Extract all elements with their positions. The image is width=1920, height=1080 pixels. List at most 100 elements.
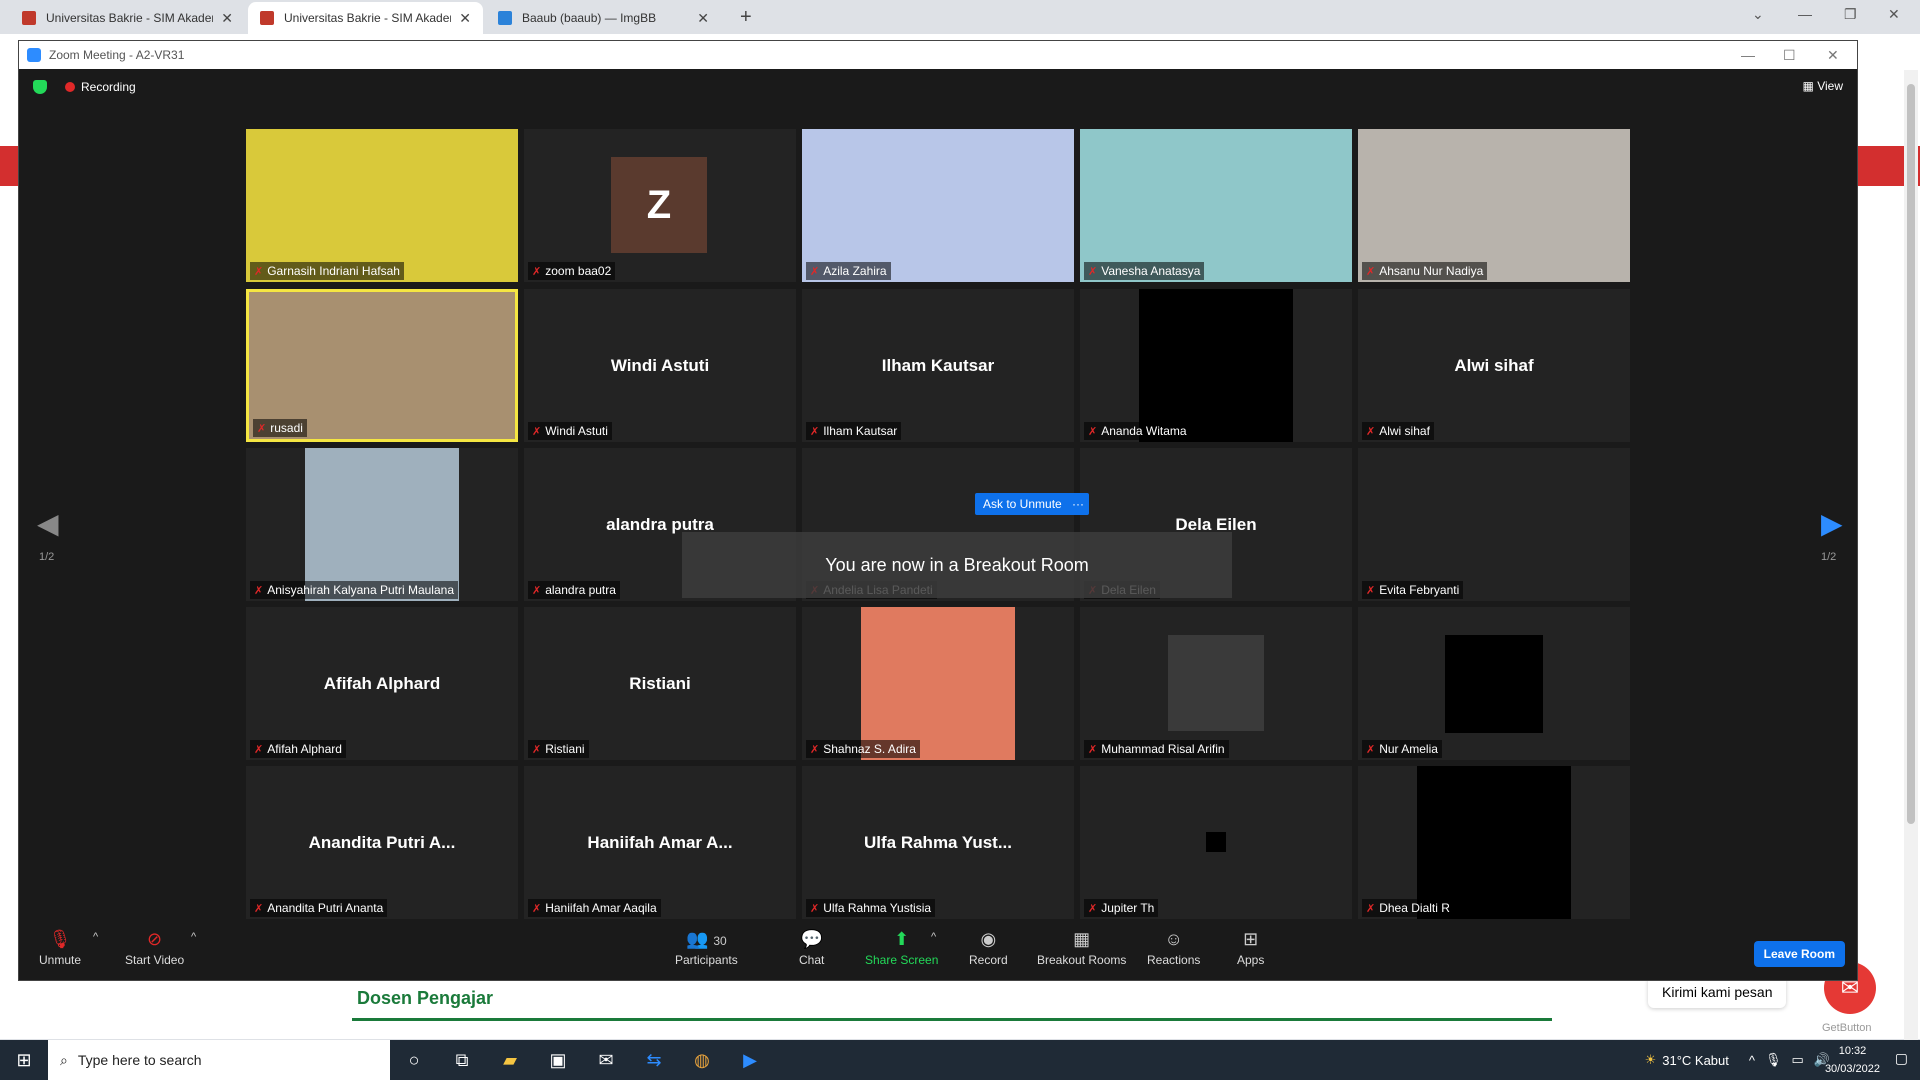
unmute-button[interactable]: 🎙 Unmute (39, 929, 81, 967)
participant-tile[interactable]: Windi Astuti ✗ Windi Astuti (524, 289, 796, 442)
close-tab-icon[interactable]: ✕ (221, 10, 233, 27)
browser-tab-1[interactable]: Universitas Bakrie - SIM Akadem ✕ (10, 2, 245, 34)
browser-tab-3[interactable]: Baaub (baaub) — ImgBB ✕ (486, 2, 721, 34)
tab-title: Baaub (baaub) — ImgBB (522, 11, 657, 25)
teamviewer-icon[interactable]: ⇆ (630, 1050, 678, 1071)
participants-button[interactable]: 👥 30 Participants (675, 929, 738, 967)
participant-tile[interactable]: Alwi sihaf ✗ Alwi sihaf (1358, 289, 1630, 442)
windows-start-icon[interactable]: ⊞ (0, 1050, 48, 1071)
view-button[interactable]: ▦ View (1803, 79, 1843, 93)
muted-mic-icon: ✗ (1088, 902, 1098, 915)
participant-tile[interactable]: Anandita Putri A... ✗ Anandita Putri Anant… (246, 766, 518, 919)
participant-tile[interactable]: Ilham Kautsar ✗ Ilham Kautsar (802, 289, 1074, 442)
participant-tile[interactable]: ✗ Muhammad Risal Arifin (1080, 607, 1352, 760)
cortana-icon[interactable]: ○ (390, 1050, 438, 1071)
start-video-button[interactable]: ⊘ Start Video (125, 929, 184, 967)
participant-video (246, 129, 518, 282)
participant-tile[interactable]: Z ✗ zoom baa02 (524, 129, 796, 282)
participant-name-label: ✗ Ananda Witama (1084, 422, 1191, 440)
participant-tile[interactable]: ✗ Garnasih Indriani Hafsah (246, 129, 518, 282)
new-tab-button[interactable]: + (740, 6, 752, 29)
scrollbar-thumb[interactable] (1907, 84, 1915, 824)
reactions-label: Reactions (1147, 953, 1201, 967)
more-options-button[interactable]: ··· (1067, 493, 1089, 515)
participant-name-label: ✗ Dhea Dialti R (1362, 899, 1454, 917)
next-page-icon[interactable]: ▶ (1821, 507, 1843, 540)
participant-name-label: ✗ Azila Zahira (806, 262, 891, 280)
participant-tile[interactable]: Afifah Alphard ✗ Afifah Alphard (246, 607, 518, 760)
site-favicon-icon (22, 11, 36, 25)
taskbar-search-input[interactable]: ⌕ Type here to search (48, 1040, 390, 1080)
record-button[interactable]: ◉ Record (969, 929, 1008, 967)
participant-name: Nur Amelia (1379, 742, 1438, 756)
breakout-rooms-button[interactable]: ▦ Breakout Rooms (1037, 929, 1126, 967)
microphone-icon[interactable]: 🎙 (1765, 1052, 1782, 1068)
close-tab-icon[interactable]: ✕ (697, 10, 709, 27)
participant-tile[interactable]: Ristiani ✗ Ristiani (524, 607, 796, 760)
notifications-icon[interactable]: ▢ (1895, 1050, 1908, 1067)
participant-tile[interactable]: Haniifah Amar A... ✗ Haniifah Amar Aaqila (524, 766, 796, 919)
participant-name: Muhammad Risal Arifin (1101, 742, 1225, 756)
participant-video (1168, 635, 1264, 731)
participant-tile[interactable]: ✗ Evita Febryanti (1358, 448, 1630, 601)
share-screen-button[interactable]: ⬆ Share Screen (865, 929, 938, 967)
store-icon[interactable]: ▣ (534, 1050, 582, 1071)
participant-tile[interactable]: ✗ Vanesha Anatasya (1080, 129, 1352, 282)
zoom-taskbar-icon[interactable]: ▶ (726, 1050, 774, 1071)
zoom-top-strip: Recording ▦ View (19, 69, 1857, 105)
restore-icon[interactable]: ❐ (1844, 6, 1857, 23)
participant-name: Dhea Dialti R (1379, 901, 1450, 915)
chat-icon: 💬 (800, 929, 823, 949)
audio-options-chevron-icon[interactable]: ^ (93, 931, 98, 943)
zoom-minimize-icon[interactable]: — (1741, 47, 1755, 63)
tray-chevron-icon[interactable]: ^ (1749, 1053, 1755, 1068)
apps-button[interactable]: ⊞ Apps (1237, 929, 1264, 967)
participant-tile[interactable]: ✗ Jupiter Th (1080, 766, 1352, 919)
share-options-chevron-icon[interactable]: ^ (931, 931, 936, 943)
minimize-icon[interactable]: — (1798, 6, 1812, 22)
participants-icon: 👥 30 (685, 929, 727, 949)
muted-mic-icon: ✗ (810, 743, 820, 756)
participants-count: 30 (713, 934, 727, 948)
reactions-icon: ☺ (1164, 929, 1183, 949)
task-view-icon[interactable]: ⧉ (438, 1050, 486, 1071)
network-icon[interactable]: ▭ (1792, 1052, 1804, 1068)
participant-tile[interactable]: ✗ Ananda Witama (1080, 289, 1352, 442)
mail-icon[interactable]: ✉ (582, 1050, 630, 1071)
participant-name-label: ✗ Evita Febryanti (1362, 581, 1464, 599)
prev-page-icon[interactable]: ◀ (37, 507, 59, 540)
participant-video (249, 292, 515, 439)
weather-label[interactable]: 31°C Kabut (1662, 1053, 1729, 1068)
participant-tile[interactable]: ✗ Dhea Dialti R (1358, 766, 1630, 919)
zoom-maximize-icon[interactable]: ☐ (1783, 47, 1796, 64)
zoom-close-icon[interactable]: ✕ (1827, 47, 1839, 64)
participant-tile[interactable]: ✗ Shahnaz S. Adira (802, 607, 1074, 760)
tab-search-icon[interactable]: ⌄ (1752, 6, 1764, 23)
participant-tile[interactable]: ✗ Nur Amelia (1358, 607, 1630, 760)
security-shield-icon[interactable] (33, 80, 47, 94)
participant-tile[interactable]: Ulfa Rahma Yust... ✗ Ulfa Rahma Yustisia (802, 766, 1074, 919)
muted-mic-icon: ✗ (254, 265, 264, 278)
muted-mic-icon: ✗ (810, 425, 820, 438)
close-tab-icon[interactable]: ✕ (459, 10, 471, 27)
participant-name-label: ✗ Jupiter Th (1084, 899, 1159, 917)
close-icon[interactable]: ✕ (1888, 6, 1900, 23)
ask-to-unmute-button[interactable]: Ask to Unmute (975, 493, 1070, 515)
chrome-icon[interactable]: ◍ (678, 1050, 726, 1071)
chat-button[interactable]: 💬 Chat (799, 929, 824, 967)
participant-tile[interactable]: ✗ Ahsanu Nur Nadiya (1358, 129, 1630, 282)
reactions-button[interactable]: ☺ Reactions (1147, 929, 1200, 967)
participant-name-label: ✗ alandra putra (528, 581, 620, 599)
participant-tile[interactable]: ✗ Azila Zahira (802, 129, 1074, 282)
clock[interactable]: 10:32 30/03/2022 (1825, 1042, 1880, 1078)
video-options-chevron-icon[interactable]: ^ (191, 931, 196, 943)
participant-tile[interactable]: ✗ rusadi (246, 289, 518, 442)
participant-tile[interactable]: ✗ Anisyahirah Kalyana Putri Maulana (246, 448, 518, 601)
site-favicon-icon (260, 11, 274, 25)
participant-name-label: ✗ Vanesha Anatasya (1084, 262, 1205, 280)
participant-name: Ananda Witama (1101, 424, 1187, 438)
browser-tab-2[interactable]: Universitas Bakrie - SIM Akadem ✕ (248, 2, 483, 34)
leave-room-button[interactable]: Leave Room (1753, 941, 1845, 967)
recording-indicator: Recording (65, 80, 136, 94)
file-explorer-icon[interactable]: ▰ (486, 1050, 534, 1071)
